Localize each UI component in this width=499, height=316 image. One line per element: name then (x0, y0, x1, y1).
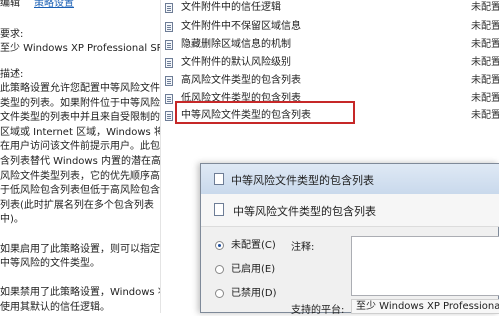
description-line: 列表(此时扩展名列在多个包含列表 (0, 199, 154, 211)
description-line: 编辑 (0, 0, 20, 9)
dialog-header: 中等风险文件类型的包含列表 (201, 194, 499, 227)
policy-document-icon (214, 173, 224, 185)
policy-row[interactable]: 文件附件中不保留区域信息 未配置 (161, 19, 499, 35)
policy-row-state: 未配置 (471, 57, 499, 68)
policy-row-state: 未配置 (471, 110, 499, 121)
policy-setting-icon (165, 40, 173, 50)
policy-row-label: 高风险文件类型的包含列表 (181, 75, 301, 86)
description-line: 类型的列表。如果附件位于中等风险 (0, 97, 160, 109)
dialog-header-title: 中等风险文件类型的包含列表 (233, 205, 376, 218)
policy-setting-icon (165, 76, 173, 86)
radio-disabled-dot[interactable] (215, 289, 224, 298)
description-line: 含列表替代 Windows 内置的潜在高 (0, 156, 160, 167)
policy-setting-icon (165, 94, 173, 104)
description-line: 要求: (0, 29, 24, 40)
description-line: 中)。 (0, 214, 24, 226)
policy-settings-list: 文件附件中的信任逻辑 未配置 文件附件中不保留区域信息 未配置 隐藏删除区域信息的机制未… (161, 0, 499, 165)
policy-row-state: 未配置 (471, 39, 499, 50)
policy-dialog: 中等风险文件类型的包含列表 中等风险文件类型的包含列表 未配置(C) 已启用(E… (200, 163, 499, 316)
description-line: 中等风险的文件类型。 (0, 258, 100, 270)
policy-setting-icon (165, 58, 173, 68)
policy-row-label: 隐藏删除区域信息的机制 (181, 39, 291, 50)
radio-disabled-label: 已禁用(D) (231, 288, 277, 299)
policy-row-state: 未配置 (471, 21, 499, 32)
policy-row-label: 文件附件中不保留区域信息 (181, 21, 301, 32)
description-line: 区域或 Internet 区域，Windows 将 (0, 126, 160, 138)
description-line: 风险文件类型列表，它的优先顺序高 (0, 170, 160, 182)
description-line: 如果启用了此策略设置，则可以指定 (0, 243, 160, 255)
radio-not-configured-dot[interactable] (215, 241, 224, 250)
selection-highlight-box (175, 101, 355, 124)
dialog-titlebar[interactable]: 中等风险文件类型的包含列表 (201, 164, 499, 194)
policy-row[interactable]: 隐藏删除区域信息的机制 未配置 (161, 37, 499, 53)
policy-row-state: 未配置 (471, 93, 499, 104)
description-line: 此策略设置允许您配置中等风险文件 (0, 83, 160, 94)
policy-description-pane: 编辑 策略设置要求: 至少 Windows XP Professional SP2 描… (0, 0, 160, 313)
description-line: 描述: (0, 69, 24, 80)
policy-setting-icon (165, 3, 173, 13)
description-line: 文件类型的列表中并且来自受限制的 (0, 112, 160, 124)
platform-field: 至少 Windows XP Professional SP2 (351, 299, 499, 314)
policy-row[interactable]: 文件附件的默认风险级别 未配置 (161, 55, 499, 71)
comment-textarea[interactable] (351, 236, 499, 296)
comment-label: 注释: (291, 242, 315, 253)
policy-row[interactable]: 文件附件中的信任逻辑 未配置 (161, 0, 499, 16)
policy-setting-icon (165, 22, 173, 32)
description-line: 如果禁用了此策略设置，Windows 将 (0, 287, 160, 299)
policy-setting-icon (165, 111, 173, 121)
dialog-title: 中等风险文件类型的包含列表 (231, 174, 374, 187)
radio-not-configured-label: 未配置(C) (231, 240, 276, 251)
radio-enabled-label: 已启用(E) (231, 264, 276, 275)
policy-document-icon (214, 203, 224, 216)
description-line: 使用其默认的信任逻辑。 (0, 302, 110, 313)
policy-row[interactable]: 高风险文件类型的包含列表 未配置 (161, 73, 499, 89)
policy-settings-link[interactable]: 策略设置 (34, 0, 74, 11)
radio-enabled-dot[interactable] (215, 265, 224, 274)
policy-row-label: 文件附件的默认风险级别 (181, 57, 291, 68)
description-line: 于低风险包含列表但低于高风险包含 (0, 185, 160, 197)
description-line: 在用户访问该文件前提示用户。此包 (0, 141, 160, 153)
policy-row-state: 未配置 (471, 75, 499, 86)
policy-row-state: 未配置 (471, 2, 499, 13)
platform-label: 支持的平台: (291, 305, 345, 316)
policy-row-label: 文件附件中的信任逻辑 (181, 2, 281, 13)
description-line: 至少 Windows XP Professional SP2 (0, 43, 160, 54)
